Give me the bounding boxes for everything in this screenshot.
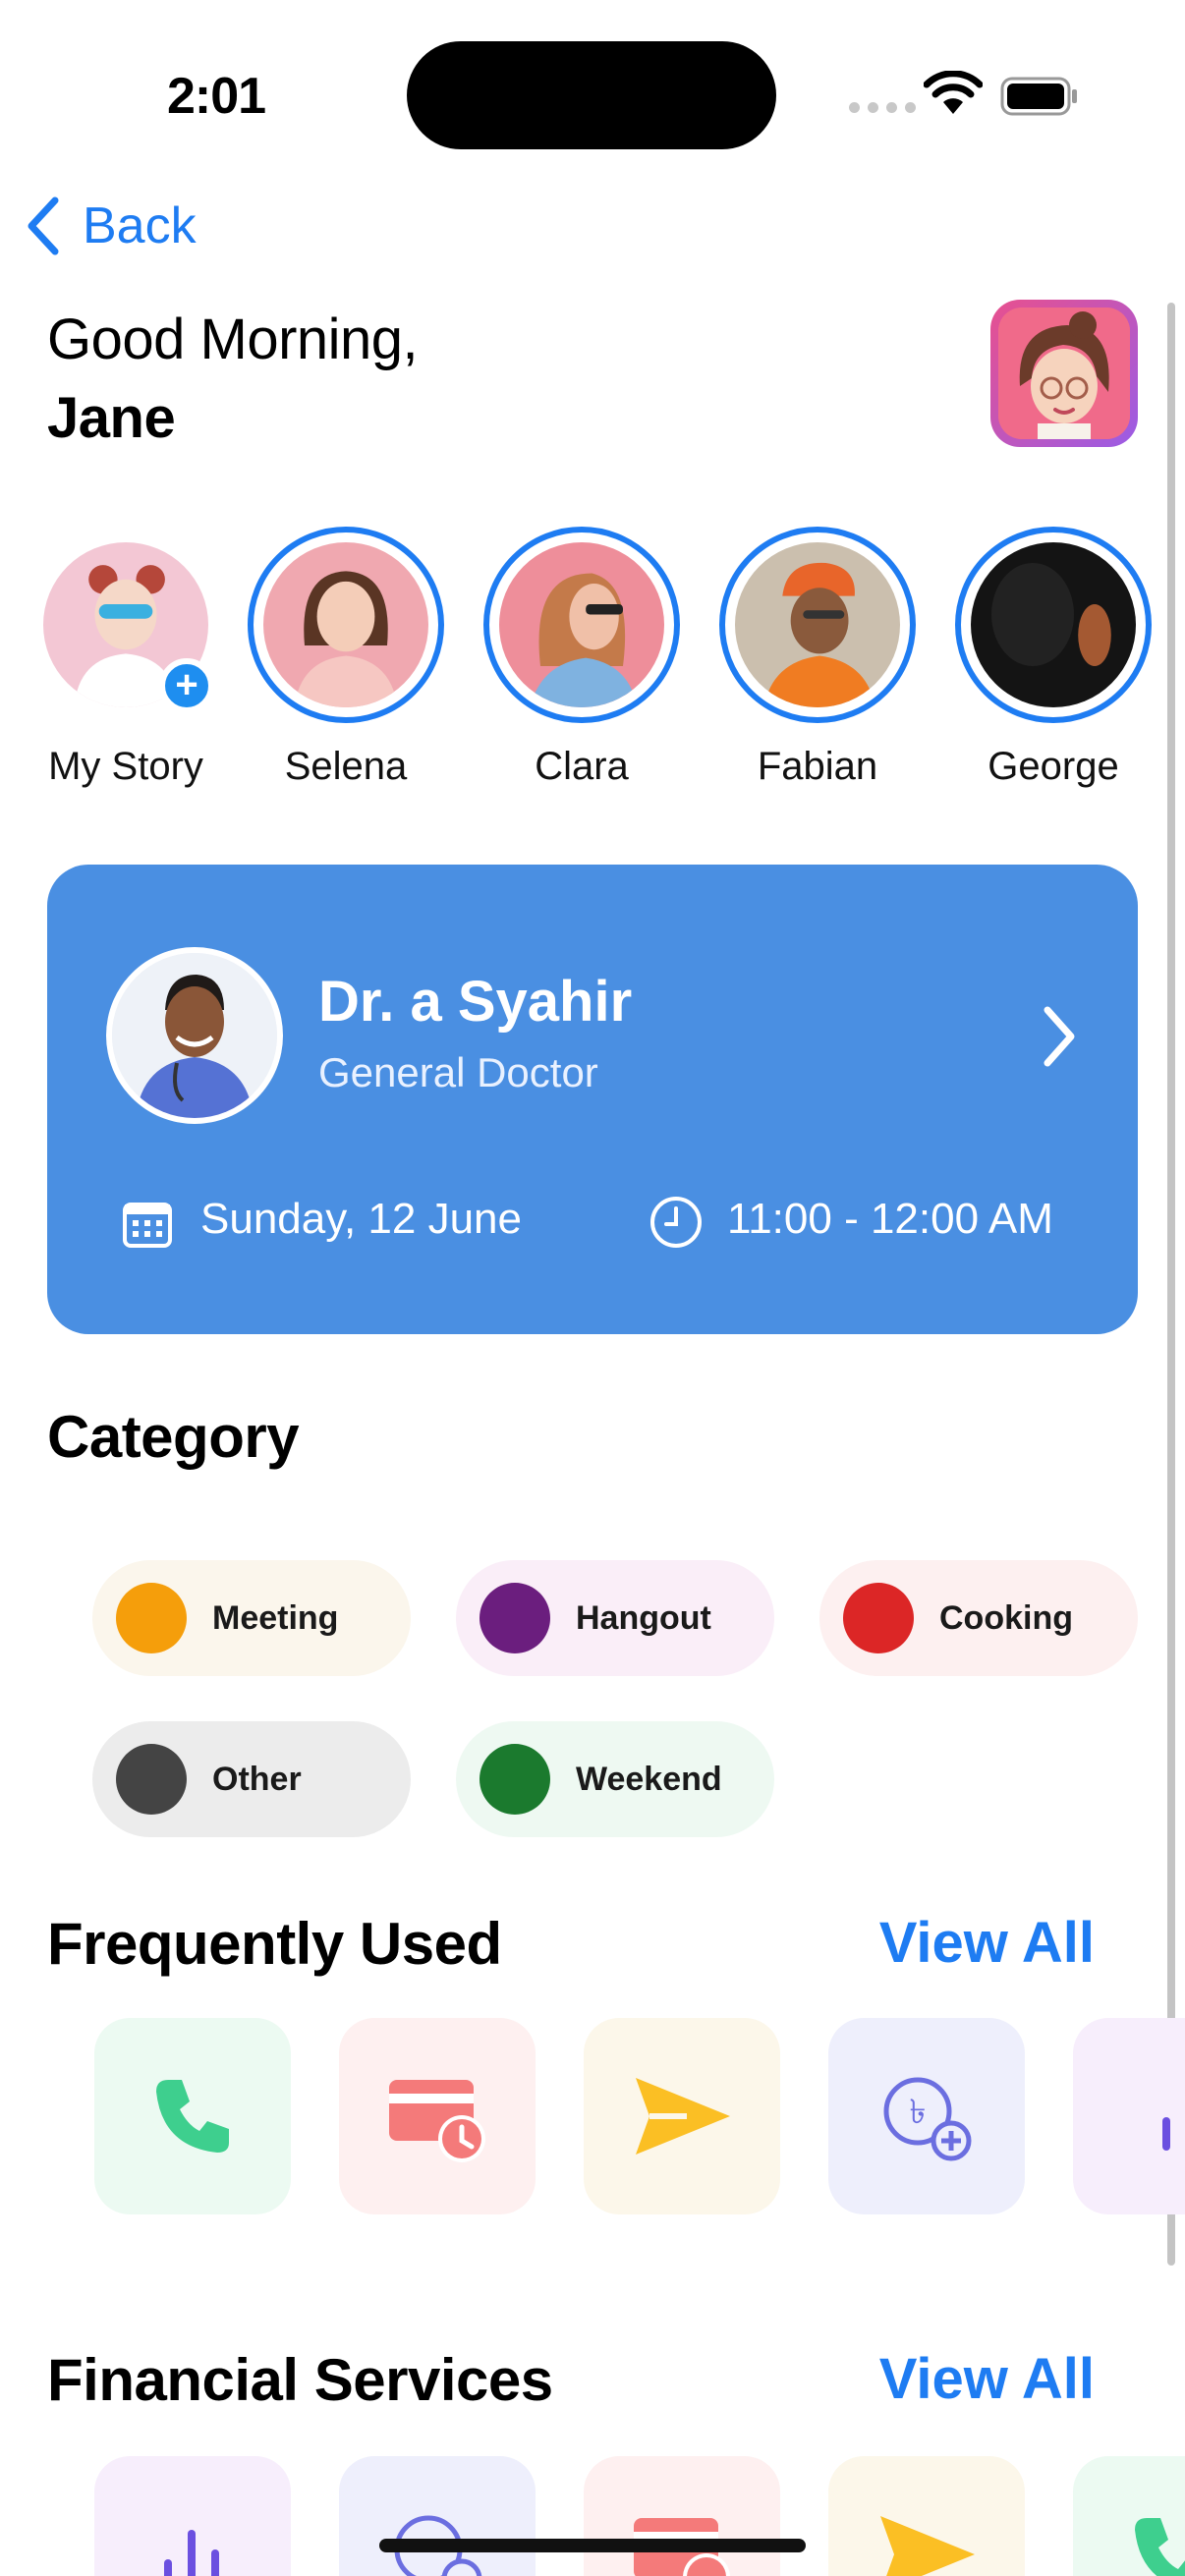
tile-send[interactable] <box>828 2456 1025 2576</box>
cellular-signal-icon <box>849 102 916 113</box>
chart-icon <box>1162 2117 1170 2151</box>
chart-icon <box>164 2530 219 2576</box>
category-color-dot <box>480 1583 550 1653</box>
frequently-used-view-all-link[interactable]: View All <box>879 1910 1095 1976</box>
currency-add-icon: ৳ <box>883 2077 972 2161</box>
story-avatar <box>735 542 900 707</box>
avatar-illustration <box>998 308 1130 439</box>
doctor-avatar <box>106 947 283 1124</box>
tile-currency-add[interactable]: ৳ <box>828 2018 1025 2214</box>
tile-phone[interactable] <box>94 2018 291 2214</box>
category-color-dot <box>480 1744 550 1815</box>
tile-card-schedule[interactable] <box>339 2018 536 2214</box>
story-label: George <box>988 745 1119 788</box>
card-schedule-icon <box>389 2080 485 2162</box>
category-chip-meeting[interactable]: Meeting <box>92 1560 411 1676</box>
financial-services-view-all-link[interactable]: View All <box>879 2346 1095 2412</box>
appointment-time: 11:00 - 12:00 AM <box>727 1195 1053 1243</box>
back-label: Back <box>83 197 197 254</box>
category-color-dot <box>843 1583 914 1653</box>
wifi-icon <box>924 71 983 114</box>
category-chip-label: Hangout <box>576 1598 711 1637</box>
send-icon <box>636 2078 730 2155</box>
scrollbar[interactable] <box>1167 303 1175 2266</box>
category-chip-weekend[interactable]: Weekend <box>456 1721 774 1837</box>
appointment-card[interactable]: Dr. a Syahir General Doctor Sunday, 12 J… <box>47 865 1138 1334</box>
story-avatar <box>499 542 664 707</box>
category-chip-label: Weekend <box>576 1760 722 1798</box>
financial-services-title: Financial Services <box>47 2347 553 2413</box>
story-selena[interactable]: Selena <box>248 527 444 789</box>
frequently-used-title: Frequently Used <box>47 1911 502 1977</box>
story-avatar <box>263 542 428 707</box>
doctor-role: General Doctor <box>318 1049 598 1095</box>
svg-text:৳: ৳ <box>910 2093 927 2132</box>
story-fabian[interactable]: Fabian <box>719 527 916 789</box>
category-chip-hangout[interactable]: Hangout <box>456 1560 774 1676</box>
battery-icon <box>1000 77 1077 116</box>
user-name: Jane <box>47 386 176 450</box>
phone-icon <box>156 2080 229 2153</box>
greeting: Good Morning, Jane <box>47 301 419 458</box>
add-story-icon[interactable]: + <box>159 658 214 713</box>
send-icon <box>880 2516 975 2576</box>
story-label: Clara <box>535 745 629 788</box>
category-chip-label: Other <box>212 1760 302 1798</box>
home-screen: 2:01 Back Good Morning, Jane + My Story … <box>0 0 1185 2576</box>
story-george[interactable]: George <box>955 527 1152 789</box>
chevron-left-icon <box>28 196 59 255</box>
phone-icon <box>1135 2518 1185 2576</box>
tile-send[interactable] <box>584 2018 780 2214</box>
story-my-story[interactable]: + My Story <box>28 527 224 789</box>
category-chip-cooking[interactable]: Cooking <box>819 1560 1138 1676</box>
home-indicator[interactable] <box>379 2539 806 2552</box>
story-avatar <box>971 542 1136 707</box>
tile-chart[interactable] <box>1073 2018 1185 2214</box>
tile-currency-add[interactable] <box>339 2456 536 2576</box>
category-color-dot <box>116 1744 187 1815</box>
tile-chart[interactable] <box>94 2456 291 2576</box>
profile-avatar[interactable] <box>990 300 1138 447</box>
tile-phone[interactable] <box>1073 2456 1185 2576</box>
category-chip-label: Cooking <box>939 1598 1073 1637</box>
appointment-date: Sunday, 12 June <box>200 1195 522 1243</box>
back-button[interactable]: Back <box>24 196 197 255</box>
category-chip-label: Meeting <box>212 1598 339 1637</box>
status-time: 2:01 <box>167 68 266 125</box>
dynamic-island <box>407 41 776 149</box>
clock-icon <box>650 1197 702 1248</box>
story-clara[interactable]: Clara <box>483 527 680 789</box>
tile-card-schedule[interactable] <box>584 2456 780 2576</box>
category-color-dot <box>116 1583 187 1653</box>
calendar-icon <box>123 1203 172 1248</box>
doctor-name: Dr. a Syahir <box>318 970 633 1034</box>
greeting-line: Good Morning, <box>47 308 419 371</box>
category-title: Category <box>47 1404 300 1470</box>
chevron-right-icon[interactable] <box>1040 1002 1079 1071</box>
story-label: Selena <box>284 745 408 788</box>
story-label: My Story <box>48 745 203 788</box>
story-label: Fabian <box>757 745 878 788</box>
category-chip-other[interactable]: Other <box>92 1721 411 1837</box>
